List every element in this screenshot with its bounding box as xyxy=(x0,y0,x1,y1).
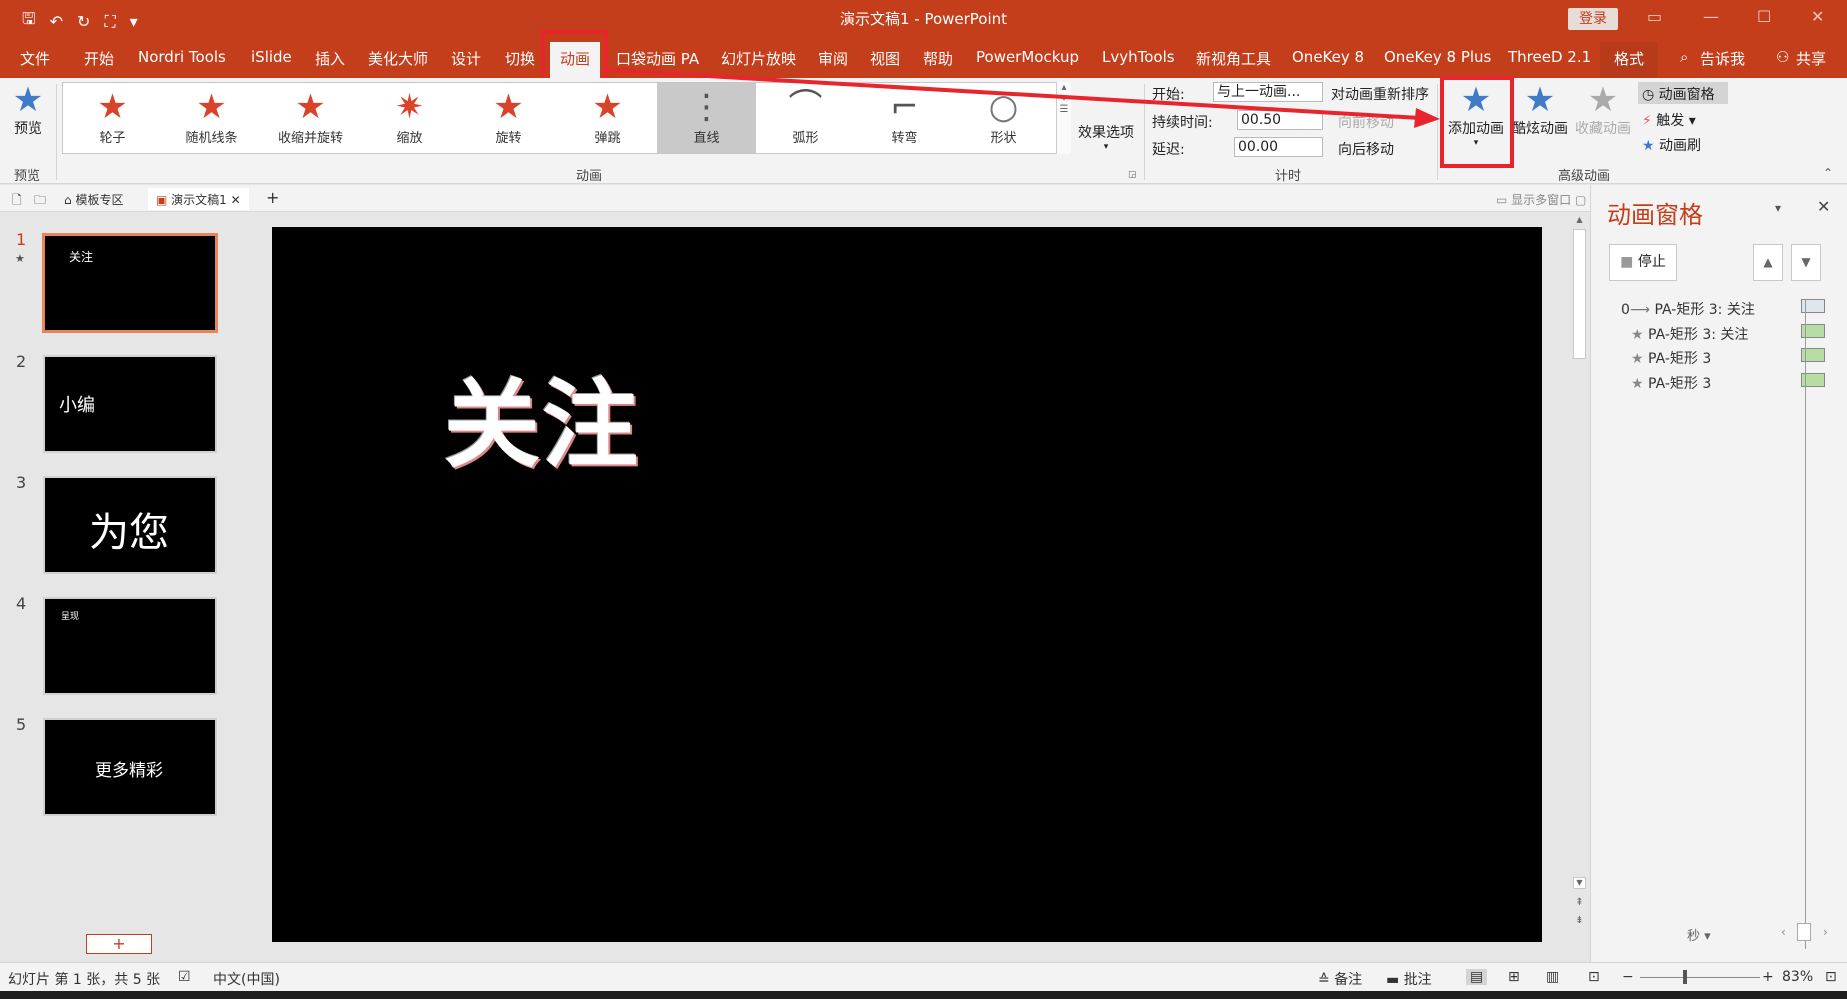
slide-number: 1 xyxy=(16,230,27,249)
scroll-thumb[interactable] xyxy=(1573,229,1586,359)
star-icon: ★ xyxy=(1631,376,1644,392)
path-icon: ⟶ xyxy=(1629,302,1650,318)
slide-thumbnail-3[interactable]: 为您 xyxy=(43,476,217,574)
normal-view-icon[interactable]: ▤ xyxy=(1466,969,1488,985)
item-label: PA-矩形 3 xyxy=(1648,376,1712,392)
item-label: PA-矩形 3: 关注 xyxy=(1648,327,1749,343)
document-tab-bar: 🗋 🗀 ⌂ 模板专区 ▣ 演示文稿1 ✕ + ▭ 显示多窗口 ▢ xyxy=(0,185,1847,212)
slide-number: 2 xyxy=(16,352,27,371)
taskbar-strip xyxy=(0,991,1847,999)
slide-thumbnail-1[interactable]: 关注 xyxy=(42,233,218,333)
star-icon: ★ xyxy=(1631,327,1644,343)
show-multiwindow-button[interactable]: ▭ 显示多窗口 ▢ xyxy=(1488,188,1594,210)
slide-info: 幻灯片 第 1 张，共 5 张 xyxy=(8,972,161,988)
notes-button[interactable]: ≙ 备注 xyxy=(1318,969,1362,989)
animation-star-icon: ★ xyxy=(15,252,25,265)
slide-thumbnail-5[interactable]: 更多精彩 xyxy=(43,718,217,816)
add-slide-button[interactable]: + xyxy=(86,934,152,954)
document-tab[interactable]: ▣ 演示文稿1 ✕ xyxy=(148,188,249,210)
animation-pane-title: 动画窗格 xyxy=(1607,201,1703,229)
language-indicator[interactable]: 中文(中国) xyxy=(213,969,280,989)
ppt-icon: ▣ xyxy=(156,193,172,207)
slide-scrollbar[interactable]: ▲ ▼ ⇞ ⇟ xyxy=(1571,215,1588,935)
thumbnail-text: 小编 xyxy=(59,395,95,416)
timeline-line xyxy=(1805,299,1806,949)
slide-thumbnails-pane: 1 ★ 关注 2 小编 3 为您 4 呈现 5 更多精彩 xyxy=(0,212,240,962)
seconds-label: 秒 xyxy=(1687,929,1701,944)
slideshow-icon[interactable]: ⊡ xyxy=(1588,969,1600,985)
window-icon: ▭ xyxy=(1496,193,1512,207)
status-bar: 幻灯片 第 1 张，共 5 张 ☑ 中文(中国) ≙ 备注 ▬ 批注 ▤ ⊞ ▥… xyxy=(0,962,1847,991)
template-tab[interactable]: ⌂ 模板专区 xyxy=(56,188,131,210)
animation-pane: 动画窗格 ▾ ✕ ■ 停止 ▲ ▼ 0⟶ PA-矩形 3: 关注 ★ PA-矩形… xyxy=(1590,185,1847,962)
thumbnail-text: 关注 xyxy=(69,250,94,264)
previous-slide-icon[interactable]: ⇞ xyxy=(1573,897,1586,908)
thumbnail-text: 为您 xyxy=(89,510,169,556)
folder-icon[interactable]: 🗀 xyxy=(26,188,54,210)
timeline-right-icon[interactable]: › xyxy=(1823,925,1828,939)
zoom-out-button[interactable]: − xyxy=(1622,969,1634,985)
next-slide-icon[interactable]: ⇟ xyxy=(1573,915,1586,926)
pane-options-icon[interactable]: ▾ xyxy=(1775,201,1781,215)
notes-label: 备注 xyxy=(1334,972,1363,988)
zoom-in-button[interactable]: + xyxy=(1762,969,1774,985)
timeline-left-icon[interactable]: ‹ xyxy=(1781,925,1786,939)
item-label: PA-矩形 3 xyxy=(1648,351,1712,367)
reading-view-icon[interactable]: ▥ xyxy=(1546,969,1559,985)
comment-icon: ▬ xyxy=(1386,972,1404,988)
notes-icon: ≙ xyxy=(1318,972,1335,988)
template-tab-label: 模板专区 xyxy=(75,193,124,207)
move-down-button[interactable]: ▼ xyxy=(1791,244,1821,281)
scroll-down-icon[interactable]: ▼ xyxy=(1573,877,1586,889)
comments-button[interactable]: ▬ 批注 xyxy=(1386,969,1432,989)
thumbnail-text: 更多精彩 xyxy=(95,761,163,781)
slide-number: 5 xyxy=(16,715,27,734)
star-icon: ★ xyxy=(1631,351,1644,367)
slide-number: 3 xyxy=(16,473,27,492)
slide-thumbnail-2[interactable]: 小编 xyxy=(43,355,217,453)
animation-item[interactable]: 0⟶ PA-矩形 3: 关注 xyxy=(1621,299,1755,319)
close-pane-icon[interactable]: ✕ xyxy=(1817,197,1830,216)
thumbnail-text: 呈现 xyxy=(61,612,80,622)
slide-main-text[interactable]: 关注 xyxy=(444,347,640,486)
item-number: 0 xyxy=(1621,302,1630,318)
animation-item[interactable]: ★ PA-矩形 3: 关注 xyxy=(1631,324,1748,344)
zoom-level[interactable]: 83% xyxy=(1782,969,1813,985)
home-icon: ⌂ xyxy=(64,193,76,207)
stop-icon: ■ xyxy=(1620,254,1638,270)
document-tab-label: 演示文稿1 xyxy=(171,193,227,207)
window-icon: ▢ xyxy=(1575,193,1587,207)
stop-button[interactable]: ■ 停止 xyxy=(1609,244,1677,281)
zoom-slider-thumb[interactable] xyxy=(1683,970,1687,984)
stop-label: 停止 xyxy=(1637,254,1666,270)
timeline-scroll-thumb[interactable] xyxy=(1797,923,1811,941)
fit-slide-icon[interactable]: ⊡ xyxy=(1825,969,1837,985)
move-up-button[interactable]: ▲ xyxy=(1753,244,1783,281)
comments-label: 批注 xyxy=(1403,972,1432,988)
slide-number: 4 xyxy=(16,594,27,613)
multiwindow-label: 显示多窗口 xyxy=(1511,193,1572,207)
new-tab-icon[interactable]: + xyxy=(258,188,287,210)
current-slide[interactable]: 关注 xyxy=(272,227,1542,942)
slide-sorter-icon[interactable]: ⊞ xyxy=(1508,969,1520,985)
seconds-dropdown[interactable]: 秒 ▾ xyxy=(1687,925,1711,944)
scroll-up-icon[interactable]: ▲ xyxy=(1573,215,1586,227)
spellcheck-icon[interactable]: ☑ xyxy=(178,969,191,985)
animation-item[interactable]: ★ PA-矩形 3 xyxy=(1631,373,1711,393)
close-tab-icon[interactable]: ✕ xyxy=(231,193,241,207)
zoom-slider[interactable] xyxy=(1640,977,1760,978)
item-label: PA-矩形 3: 关注 xyxy=(1654,302,1755,318)
animation-item[interactable]: ★ PA-矩形 3 xyxy=(1631,348,1711,368)
slide-thumbnail-4[interactable]: 呈现 xyxy=(43,597,217,695)
